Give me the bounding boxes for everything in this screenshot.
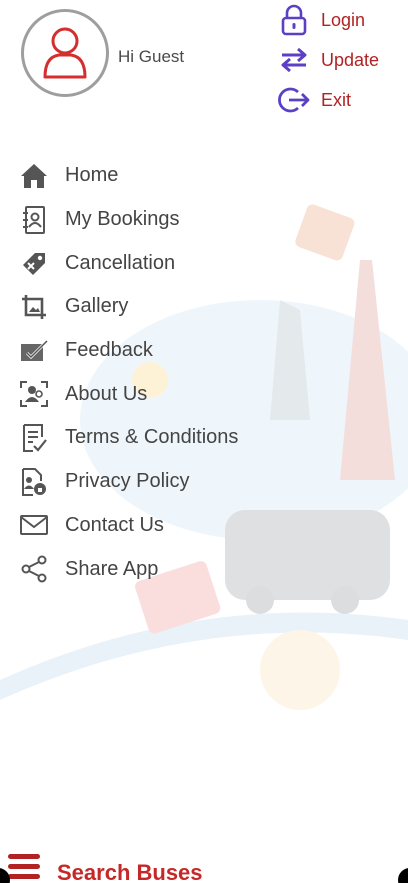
menu-item-terms-conditions[interactable]: Terms & Conditions (0, 416, 260, 460)
swap-arrows-icon (277, 43, 311, 77)
envelope-icon (18, 509, 50, 541)
side-menu-list: Home My Bookings Cancellation Gallery Fe… (0, 154, 260, 591)
avatar[interactable] (21, 9, 109, 97)
terms-checklist-icon (18, 422, 50, 454)
menu-item-label: Gallery (65, 295, 129, 318)
menu-item-label: Privacy Policy (65, 470, 190, 493)
feedback-pen-icon (18, 335, 50, 367)
menu-item-home[interactable]: Home (0, 154, 260, 198)
login-button[interactable]: Login (277, 0, 379, 40)
login-label: Login (321, 9, 366, 30)
menu-item-label: Share App (65, 557, 159, 580)
menu-item-feedback[interactable]: Feedback (0, 329, 260, 373)
lock-icon (277, 3, 311, 37)
exit-button[interactable]: Exit (277, 80, 379, 120)
exit-label: Exit (321, 89, 352, 110)
menu-item-label: Cancellation (65, 251, 176, 274)
menu-item-label: About Us (65, 382, 148, 405)
update-label: Update (321, 49, 380, 70)
logout-icon (277, 83, 311, 117)
gallery-crop-icon (18, 291, 50, 323)
menu-item-about-us[interactable]: About Us (0, 372, 260, 416)
share-icon (18, 553, 50, 585)
search-buses-button[interactable]: Search Buses (0, 850, 408, 883)
menu-item-contact-us[interactable]: Contact Us (0, 504, 260, 548)
menu-item-label: My Bookings (65, 208, 180, 231)
user-avatar-icon (43, 27, 87, 79)
menu-item-label: Feedback (65, 339, 153, 362)
hamburger-menu-icon (8, 854, 40, 880)
menu-item-gallery[interactable]: Gallery (0, 285, 260, 329)
menu-item-cancellation[interactable]: Cancellation (0, 241, 260, 285)
address-book-icon (18, 204, 50, 236)
update-button[interactable]: Update (277, 40, 379, 80)
about-person-icon (18, 378, 50, 410)
account-actions: Login Update Exit (277, 0, 379, 120)
menu-item-privacy-policy[interactable]: Privacy Policy (0, 460, 260, 504)
home-icon (18, 160, 50, 192)
menu-item-share-app[interactable]: Share App (0, 547, 260, 591)
greeting-text: Hi Guest (118, 47, 185, 66)
cancel-ticket-icon (18, 247, 50, 279)
menu-item-label: Home (65, 164, 119, 187)
menu-item-my-bookings[interactable]: My Bookings (0, 198, 260, 242)
menu-item-label: Contact Us (65, 513, 164, 536)
menu-item-label: Terms & Conditions (65, 426, 239, 449)
search-buses-label: Search Buses (57, 860, 203, 883)
side-menu-screen: Hi Guest Login Update Exit Home My Booki… (0, 0, 408, 883)
privacy-document-icon (18, 466, 50, 498)
